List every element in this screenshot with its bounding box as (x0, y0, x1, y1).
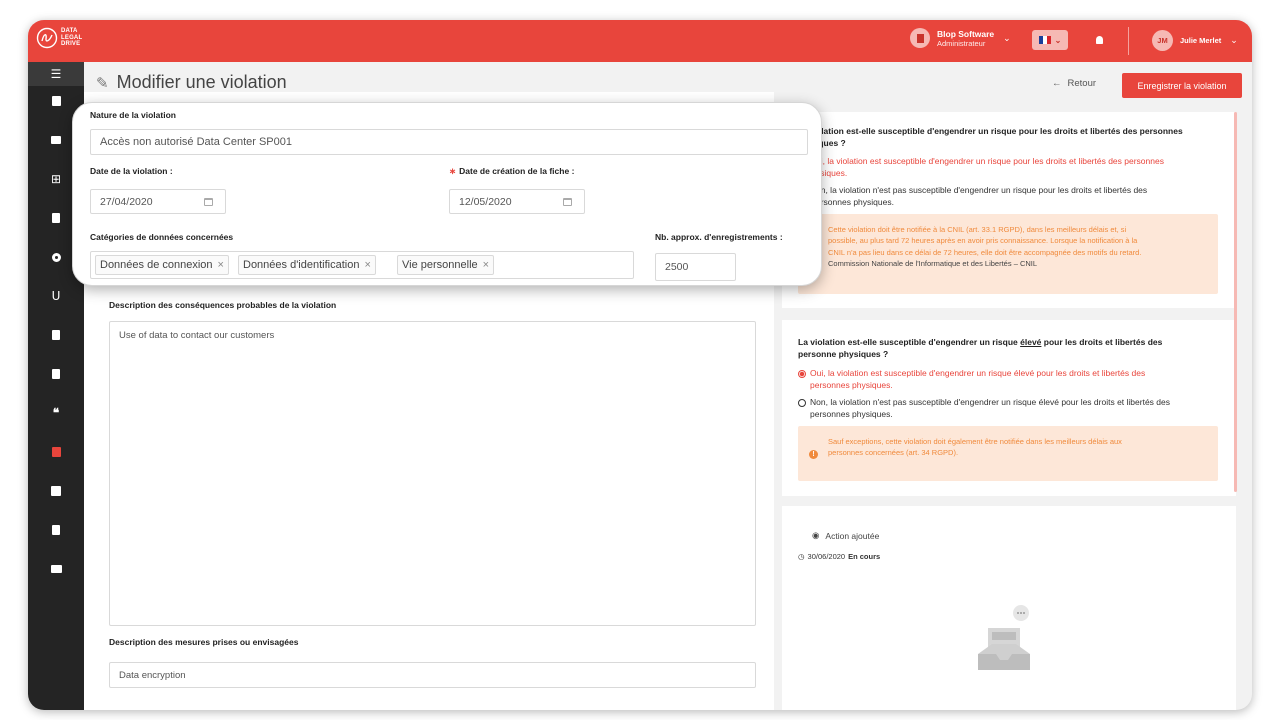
save-violation-button[interactable]: Enregistrer la violation (1122, 73, 1242, 98)
action-entry[interactable]: ◉ Action ajoutée (812, 530, 879, 541)
categories-select[interactable]: Données de connexion × Données d'identifi… (90, 251, 634, 279)
notification-bell-icon[interactable] (1092, 33, 1106, 47)
topbar-divider (1128, 27, 1129, 55)
cnil-notice: Cette violation doit être notifiée à la … (798, 214, 1218, 294)
menu-collapse-icon[interactable]: ☰ (28, 62, 84, 86)
consequences-label: Description des conséquences probables d… (109, 300, 337, 310)
action-card: ◉ Action ajoutée ◷ 30/06/2020 En cours (782, 506, 1236, 596)
chevron-down-icon: ⌄ (1003, 32, 1011, 43)
risk-option-no[interactable]: on, la violation n'est pas susceptible d… (816, 185, 1147, 208)
company-role: Administrateur (937, 38, 986, 48)
date-violation-label: Date de la violation : (90, 166, 173, 176)
records-input[interactable]: 2500 (655, 253, 736, 281)
back-link[interactable]: ← Retour (1052, 78, 1096, 89)
high-risk-card: La violation est-elle susceptible d'enge… (782, 320, 1236, 496)
file-icon[interactable] (28, 319, 84, 351)
records-label: Nb. approx. d'enregistrements : (655, 232, 783, 242)
action-meta: ◷ 30/06/2020 En cours (798, 552, 881, 561)
risk-question: olation est-elle susceptible d'engendrer… (816, 126, 1183, 148)
inbox-illustration-icon (978, 605, 1030, 670)
clipboard-icon[interactable] (28, 514, 84, 546)
card-icon[interactable] (28, 553, 84, 585)
avatar: JM (1152, 30, 1173, 51)
page-header: ✎ Modifier une violation (96, 72, 287, 93)
chevron-down-icon: ⌄ (1230, 35, 1238, 45)
calendar-icon (204, 198, 213, 206)
nature-label: Nature de la violation (90, 110, 176, 120)
measures-textarea[interactable]: Data encryption (109, 662, 756, 688)
edit-icon: ✎ (96, 74, 109, 92)
app-logo[interactable]: DATA LEGAL DRIVE (36, 27, 82, 49)
user-name: Julie Merlet (1180, 36, 1222, 45)
radio-checked-icon (798, 370, 806, 378)
category-tag[interactable]: Données de connexion × (95, 255, 229, 275)
eye-icon: ◉ (812, 530, 820, 540)
risk-option-yes[interactable]: ui, la violation est susceptible d'engen… (816, 156, 1164, 179)
consequences-textarea[interactable]: Use of data to contact our customers (109, 321, 756, 626)
chevron-down-icon: ⌄ (1054, 35, 1062, 45)
register-icon[interactable] (28, 475, 84, 507)
alert-icon[interactable] (28, 436, 84, 468)
remove-tag-icon[interactable]: × (364, 259, 370, 271)
top-bar: DATA LEGAL DRIVE Blop Software Administr… (28, 20, 1252, 62)
remove-tag-icon[interactable]: × (483, 259, 489, 271)
persons-notice: ! Sauf exceptions, cette violation doit … (798, 426, 1218, 481)
category-tag[interactable]: Vie personnelle × (397, 255, 495, 275)
high-risk-option-yes[interactable]: Oui, la violation est susceptible d'enge… (798, 368, 1145, 391)
company-switcher[interactable]: Blop Software Administrateur ⌄ (910, 28, 1011, 48)
measures-label: Description des mesures prises ou envisa… (109, 637, 299, 647)
date-creation-input[interactable]: 12/05/2020 (449, 189, 585, 214)
radio-unchecked-icon (798, 399, 806, 407)
calendar-icon (563, 198, 572, 206)
high-risk-question: La violation est-elle susceptible d'enge… (798, 337, 1163, 359)
logo-text: DATA LEGAL DRIVE (61, 28, 83, 48)
french-flag-icon (1038, 36, 1051, 44)
warning-icon: ! (809, 450, 818, 459)
right-scrollbar[interactable] (1234, 112, 1237, 492)
category-tag[interactable]: Données d'identification × (238, 255, 376, 275)
categories-label: Catégories de données concernées (90, 232, 234, 242)
language-selector[interactable]: ⌄ (1032, 30, 1068, 50)
quote-icon[interactable]: ❝ (28, 397, 84, 429)
date-creation-label: ∗ Date de création de la fiche : (449, 166, 575, 176)
page-title: Modifier une violation (116, 72, 287, 92)
clock-icon: ◷ (798, 552, 805, 561)
building-icon (910, 28, 930, 48)
user-menu[interactable]: JM Julie Merlet ⌄ (1152, 30, 1238, 51)
nature-input[interactable]: Accès non autorisé Data Center SP001 (90, 129, 808, 155)
logo-mark-icon (36, 27, 58, 49)
remove-tag-icon[interactable]: × (218, 259, 224, 271)
date-violation-input[interactable]: 27/04/2020 (90, 189, 226, 214)
risk-card: olation est-elle susceptible d'engendrer… (782, 112, 1236, 308)
arrow-left-icon: ← (1052, 78, 1062, 89)
file-export-icon[interactable] (28, 358, 84, 390)
company-name: Blop Software (937, 28, 995, 39)
stethoscope-icon[interactable]: ᑌ (28, 280, 84, 312)
high-risk-option-no[interactable]: Non, la violation n'est pas susceptible … (798, 397, 1170, 420)
zoomed-form-overlay: Nature de la violation Accès non autoris… (72, 102, 822, 286)
